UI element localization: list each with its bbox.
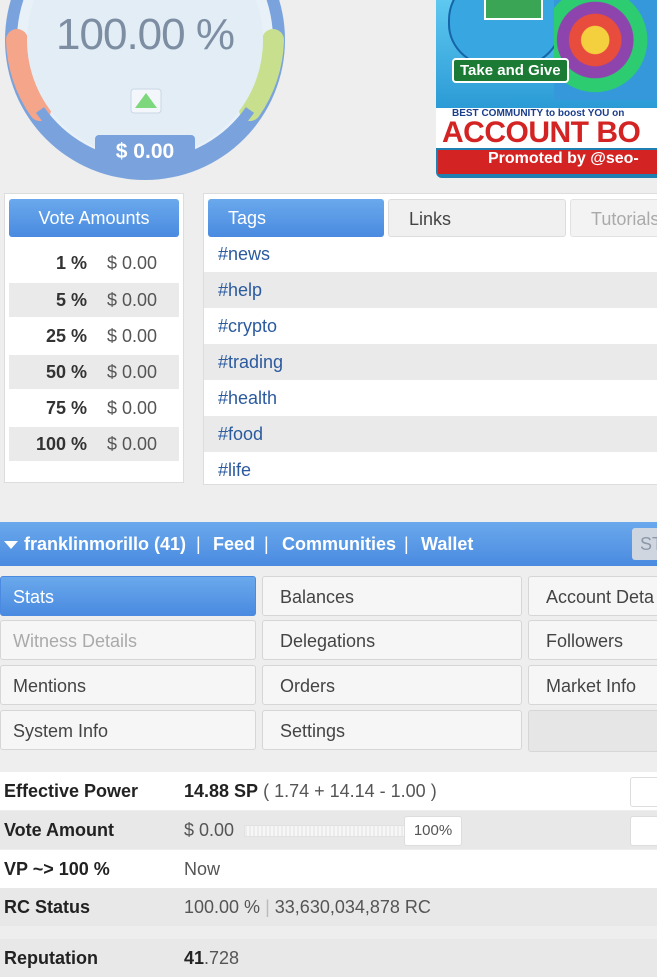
vote-value: $ 0.00	[107, 253, 158, 273]
tag-link[interactable]: #news	[204, 236, 657, 272]
vote-row: 50 % $ 0.00	[9, 355, 179, 389]
rc-label: RC Status	[4, 897, 91, 917]
tab-tutorials[interactable]: Tutorials	[570, 199, 657, 237]
vote-row: 75 % $ 0.00	[9, 391, 179, 425]
voting-power-value: 100.00 %	[56, 10, 235, 59]
vote-value: $ 0.00	[107, 398, 158, 418]
stats-row-vote-amount: Vote Amount $ 0.00 100%	[0, 811, 657, 849]
communities-link[interactable]: Communities	[282, 522, 396, 566]
wallet-link[interactable]: Wallet	[421, 522, 473, 566]
vote-amount-value: $ 0.00	[184, 820, 235, 840]
reputation-dec: .728	[204, 948, 240, 968]
vote-value: $ 0.00	[107, 326, 158, 346]
tab-delegations[interactable]: Delegations	[262, 620, 522, 660]
edge-button[interactable]	[630, 816, 657, 846]
nav-empty-slot	[528, 710, 657, 752]
vote-pct: 1 %	[55, 253, 87, 273]
tag-link[interactable]: #life	[204, 452, 657, 484]
vote-pct: 50 %	[45, 362, 87, 382]
rc-pct: 100.00 %	[184, 897, 261, 917]
tag-link[interactable]: #crypto	[204, 308, 657, 344]
effective-power-detail: ( 1.74 + 14.14 - 1.00 )	[263, 781, 437, 801]
username-link[interactable]: franklinmorillo (41)	[24, 522, 186, 566]
tab-system-info[interactable]: System Info	[0, 710, 256, 750]
separator: |	[264, 534, 269, 554]
promo-banner[interactable]: Take and Give BEST COMMUNITY to boost YO…	[436, 0, 657, 178]
effective-power-label: Effective Power	[4, 781, 139, 801]
stats-row-reputation: Reputation 41.728	[0, 939, 657, 977]
tag-link[interactable]: #trading	[204, 344, 657, 380]
up-arrow-icon	[130, 88, 162, 114]
vote-weight-pct[interactable]: 100%	[404, 816, 462, 846]
tab-account-details[interactable]: Account Deta	[528, 576, 657, 616]
tab-market-info[interactable]: Market Info	[528, 665, 657, 705]
stats-row-effective-power: Effective Power 14.88 SP ( 1.74 + 14.14 …	[0, 772, 657, 810]
feed-link[interactable]: Feed	[213, 522, 255, 566]
voting-power-gauge: 100.00 % $ 0.00	[0, 0, 300, 185]
stats-row-vp: VP ~> 100 % Now	[0, 850, 657, 888]
vote-pct: 25 %	[45, 326, 87, 346]
tab-links[interactable]: Links	[388, 199, 566, 237]
effective-power-value: 14.88 SP ( 1.74 + 14.14 - 1.00 )	[184, 772, 437, 810]
tab-settings[interactable]: Settings	[262, 710, 522, 750]
reputation-value: 41.728	[184, 939, 239, 977]
reputation-int: 41	[184, 948, 205, 968]
separator: |	[404, 534, 409, 554]
vote-amounts-header[interactable]: Vote Amounts	[9, 199, 179, 237]
vote-row: 25 % $ 0.00	[9, 319, 179, 353]
tags-panel: Tags Links Tutorials #news #help #crypto…	[203, 193, 657, 485]
banner-promoted-line: Promoted by @seo-	[438, 150, 657, 174]
tab-tags[interactable]: Tags	[208, 199, 384, 237]
vote-value: $ 0.00	[107, 434, 158, 454]
vote-weight-slider[interactable]	[244, 825, 406, 837]
tag-link[interactable]: #help	[204, 272, 657, 308]
tag-link[interactable]: #health	[204, 380, 657, 416]
rc-amount: 33,630,034,878 RC	[274, 897, 431, 917]
tab-stats[interactable]: Stats	[0, 576, 256, 616]
reputation-label: Reputation	[4, 948, 98, 968]
color-splash-image	[554, 0, 657, 100]
tab-witness-details[interactable]: Witness Details	[0, 620, 256, 660]
banner-account-line: ACCOUNT BO	[442, 116, 641, 149]
edge-button[interactable]	[630, 777, 657, 807]
banner-take-and-give: Take and Give	[452, 58, 569, 83]
vote-pct: 5 %	[55, 290, 87, 310]
user-bar: franklinmorillo (41) | Feed | Communitie…	[0, 522, 657, 566]
separator: |	[265, 897, 270, 917]
vote-row: 1 % $ 0.00	[9, 246, 179, 280]
vote-pct: 100 %	[35, 434, 87, 454]
caret-down-icon[interactable]	[4, 541, 18, 549]
stats-row-rc: RC Status 100.00 % | 33,630,034,878 RC	[0, 888, 657, 926]
effective-power-sp: 14.88 SP	[184, 781, 259, 801]
vote-amounts-panel: Vote Amounts 1 % $ 0.00 5 % $ 0.00 25 % …	[4, 193, 184, 483]
vote-value: $ 0.00	[107, 362, 158, 382]
vote-pct: 75 %	[45, 398, 87, 418]
steem-button[interactable]: ST	[632, 528, 657, 560]
sign-icon	[484, 0, 543, 20]
separator: |	[196, 534, 201, 554]
tab-balances[interactable]: Balances	[262, 576, 522, 616]
tab-orders[interactable]: Orders	[262, 665, 522, 705]
vp-value: Now	[184, 859, 221, 879]
vp-label: VP ~> 100 %	[4, 859, 110, 879]
stats-table: Effective Power 14.88 SP ( 1.74 + 14.14 …	[0, 770, 657, 977]
vote-value: $ 0.00	[107, 290, 158, 310]
rc-value: 100.00 % | 33,630,034,878 RC	[184, 888, 431, 926]
tab-mentions[interactable]: Mentions	[0, 665, 256, 705]
tab-followers[interactable]: Followers	[528, 620, 657, 660]
vote-amount-label: Vote Amount	[4, 820, 114, 840]
voting-power-dollar: $ 0.00	[115, 140, 175, 163]
vote-row: 100 % $ 0.00	[9, 427, 179, 461]
vote-row: 5 % $ 0.00	[9, 283, 179, 317]
tag-link[interactable]: #food	[204, 416, 657, 452]
